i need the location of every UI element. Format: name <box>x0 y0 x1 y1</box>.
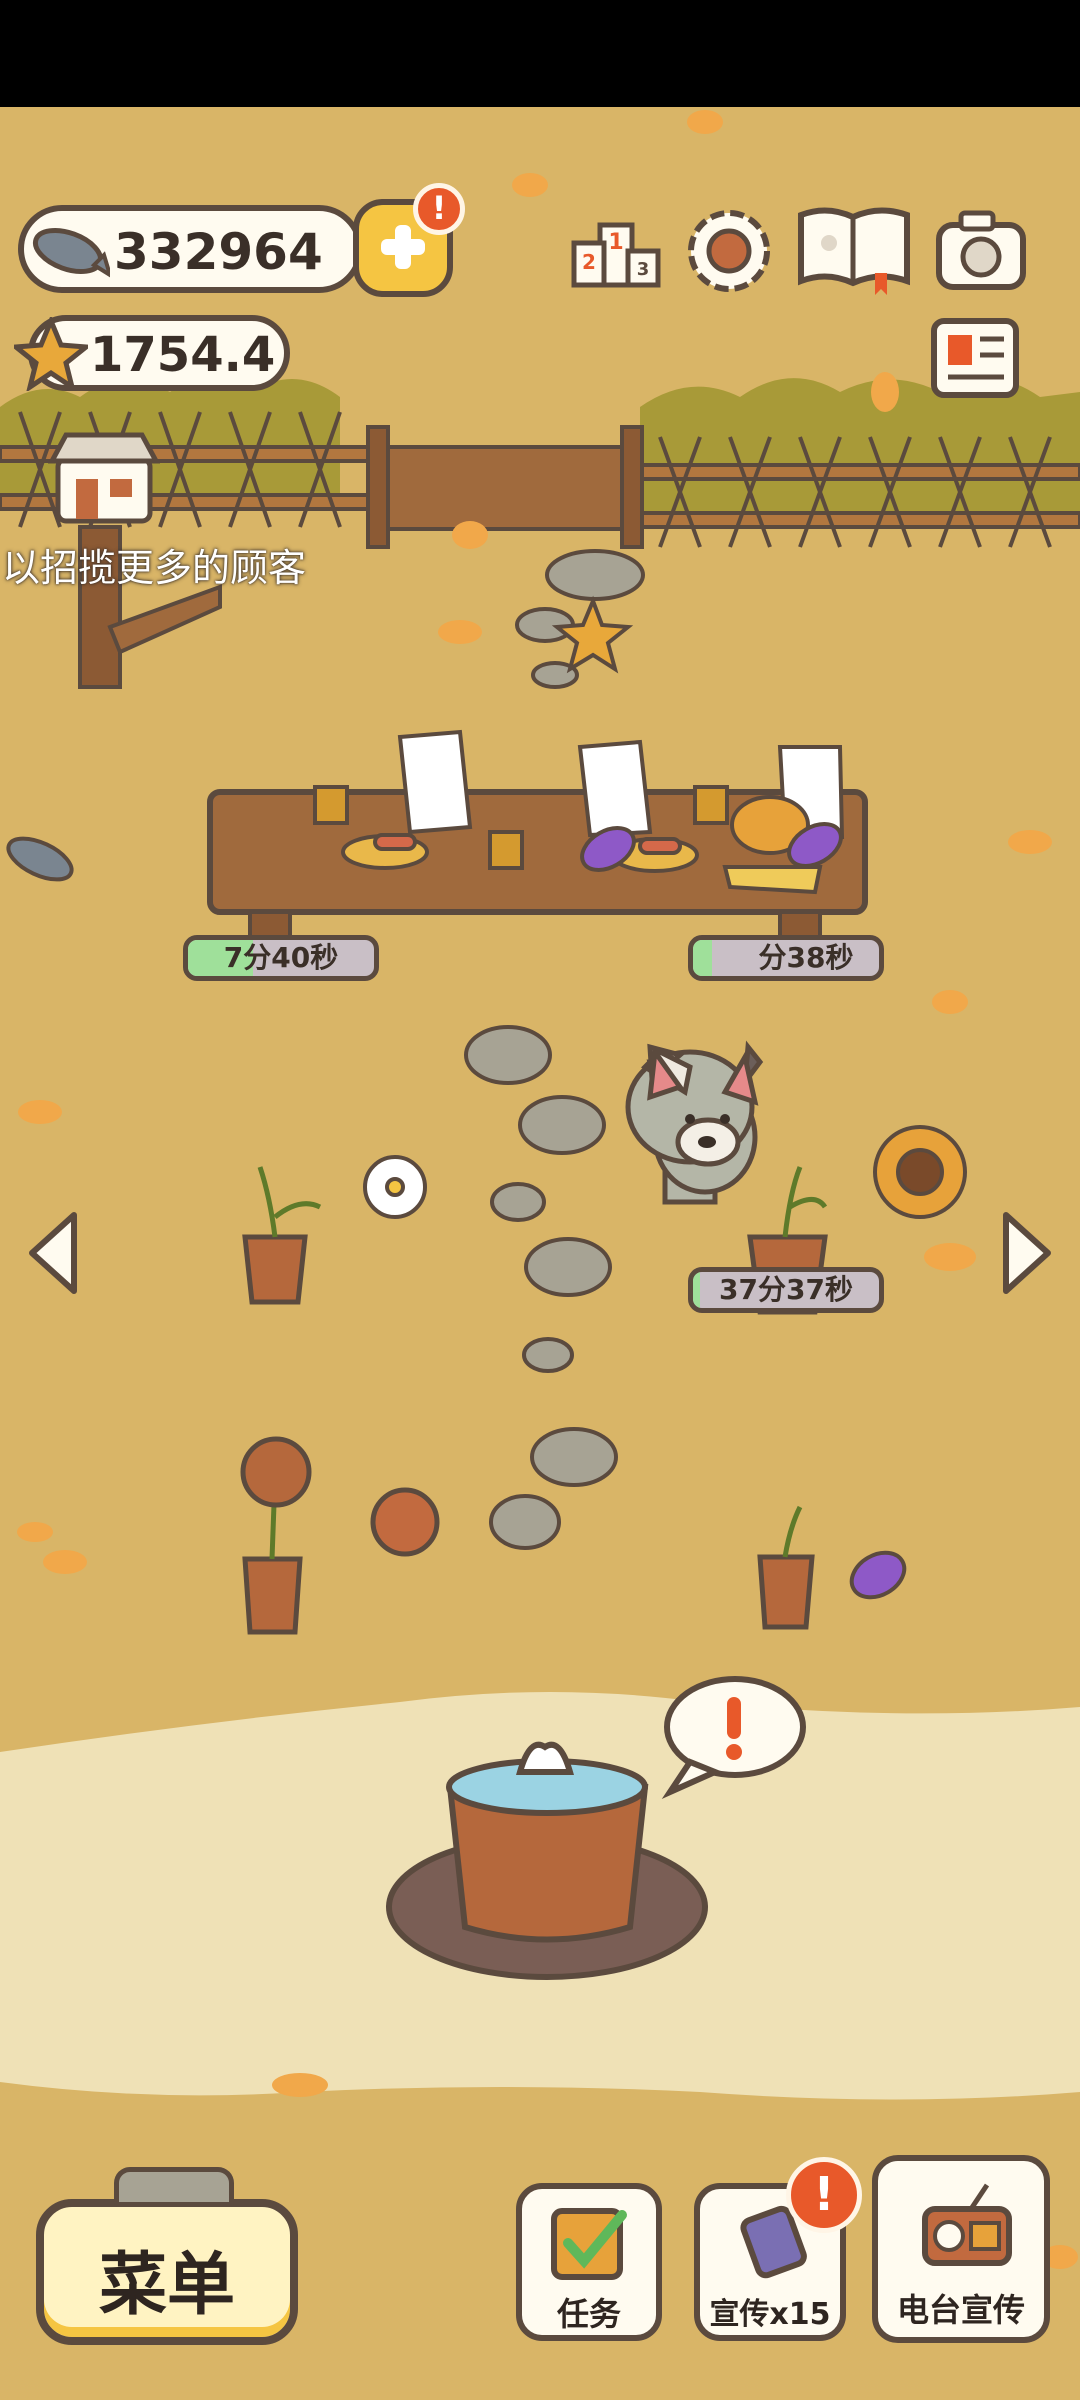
timer-bar-1: 7分40秒 <box>183 935 379 981</box>
tasks-button[interactable]: 任务 <box>516 2183 662 2341</box>
stepping-stones <box>464 549 645 1550</box>
camera-icon <box>936 210 1026 290</box>
right-arrow-icon <box>1003 1212 1051 1294</box>
menu-button[interactable]: 菜单 <box>36 2167 298 2345</box>
star-currency-display: 1754.4 <box>9 314 290 393</box>
timer-bar-3: 37分37秒 <box>688 1267 884 1313</box>
radio-icon <box>922 2183 1012 2266</box>
settings-button[interactable] <box>683 205 775 297</box>
radio-promotion-button[interactable]: 电台宣传 <box>872 2155 1050 2343</box>
scene-backdrop <box>0 110 1080 2269</box>
plant-pots <box>240 1166 828 1635</box>
ranking-button[interactable]: 1 2 3 <box>570 207 662 295</box>
recipe-book-button[interactable] <box>795 203 913 299</box>
left-arrow-icon <box>29 1212 77 1294</box>
shop-button[interactable] <box>47 429 161 529</box>
shop-icon <box>47 432 161 524</box>
promotion-alert-badge: ! <box>786 2157 862 2233</box>
floating-star <box>551 595 634 674</box>
radio-promotion-label: 电台宣传 <box>896 2291 1025 2329</box>
scroll-right-button[interactable] <box>994 1207 1060 1299</box>
timer-text-2: 分38秒 <box>758 941 854 974</box>
banner-text: 以招揽更多的顾客 <box>2 546 307 590</box>
svg-text:2: 2 <box>582 250 596 274</box>
star-count: 1754.4 <box>90 327 276 383</box>
newspaper-icon <box>931 318 1019 398</box>
timer-bar-2: 分38秒 <box>688 935 884 981</box>
newspaper-button[interactable] <box>928 315 1022 401</box>
timer-text-3: 37分37秒 <box>719 1273 853 1306</box>
game-scene[interactable]: 332964 ! 1754.4 1 2 3 以招揽更多的顾客 7分40秒 分38… <box>0 107 1080 2400</box>
menu-label: 菜单 <box>98 2246 235 2325</box>
recipe-book-icon <box>798 207 910 295</box>
checklist-icon <box>551 2208 627 2280</box>
add-currency-alert-badge: ! <box>413 183 465 235</box>
fence-gate <box>366 425 644 549</box>
fish-icon <box>24 219 114 280</box>
gray-fish <box>6 836 74 882</box>
fish-count: 332964 <box>114 223 323 281</box>
svg-text:3: 3 <box>637 259 650 280</box>
camera-button[interactable] <box>933 207 1027 295</box>
timer-progress-3 <box>693 1272 701 1308</box>
exclamation-mark <box>727 1697 741 1739</box>
star-icon <box>9 314 93 393</box>
timer-progress-2 <box>693 940 712 976</box>
sunflower <box>873 1125 967 1219</box>
timer-text-1: 7分40秒 <box>223 941 339 974</box>
settings-gear-icon <box>688 210 770 292</box>
tasks-label: 任务 <box>556 2295 621 2333</box>
white-flower <box>363 1155 427 1219</box>
scroll-left-button[interactable] <box>20 1207 86 1299</box>
svg-text:1: 1 <box>608 230 623 255</box>
promotion-label: 宣传x15 <box>709 2297 831 2332</box>
ranking-icon: 1 2 3 <box>571 222 661 288</box>
status-bar <box>0 0 1080 107</box>
fish-currency-display: 332964 <box>18 205 363 293</box>
